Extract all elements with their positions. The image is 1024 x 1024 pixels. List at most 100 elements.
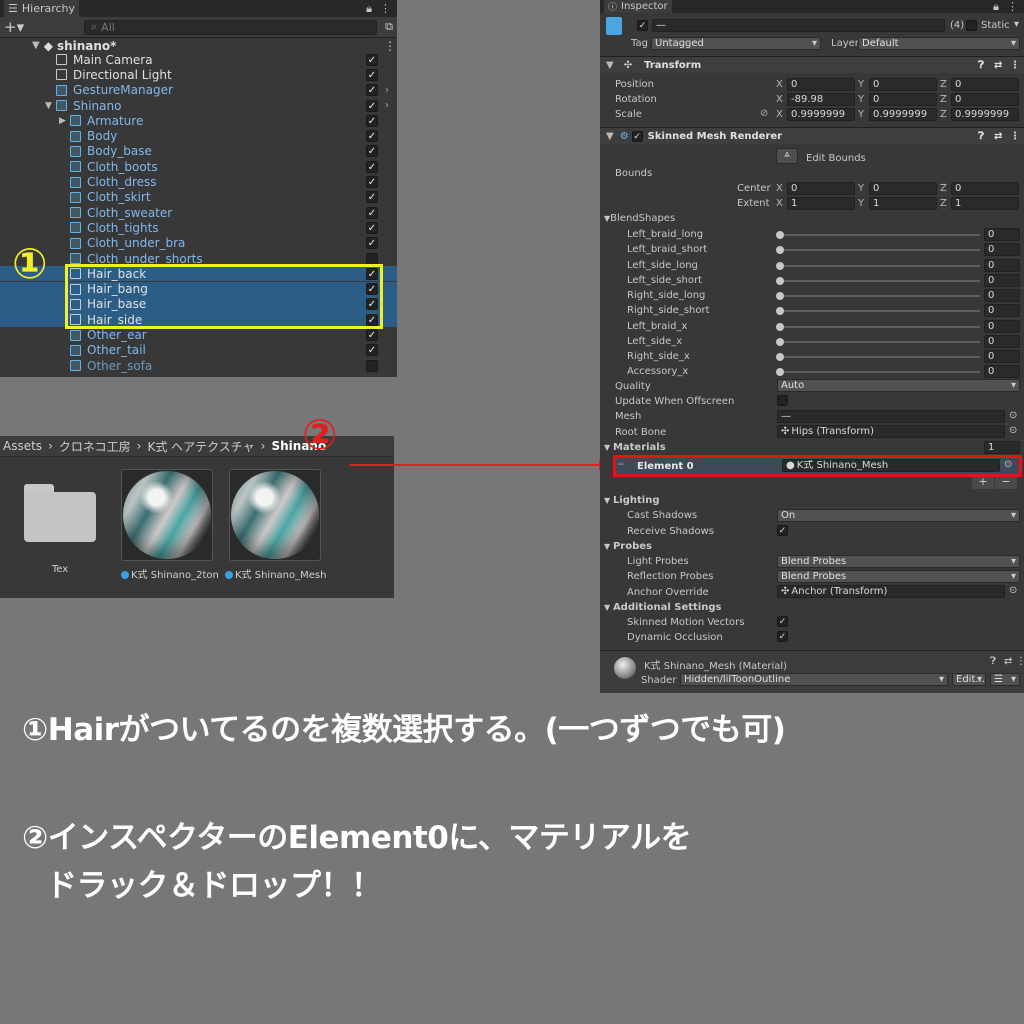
static-toggle[interactable] — [966, 20, 977, 31]
blendshape-slider[interactable] — [780, 310, 980, 313]
slider-knob[interactable] — [776, 337, 784, 346]
blendshape-slider[interactable] — [780, 325, 980, 328]
extent-z-field[interactable]: 1 — [951, 197, 1019, 210]
center-z-field[interactable]: 0 — [951, 182, 1019, 195]
shader-edit-button[interactable]: Edit... — [952, 673, 986, 686]
object-picker-icon[interactable]: ⊙ — [1009, 585, 1017, 596]
breadcrumb-kuroneko[interactable]: クロネコ工房 — [59, 438, 131, 455]
visibility-toggle[interactable] — [366, 359, 378, 372]
scene-menu-icon[interactable]: ⋮ — [384, 39, 396, 53]
component-menu-icon[interactable]: ⋮ — [1010, 131, 1020, 142]
blendshape-value-field[interactable]: 0 — [984, 365, 1020, 379]
visibility-toggle[interactable]: ✓ — [366, 191, 378, 204]
rotation-y-field[interactable]: 0 — [869, 93, 937, 106]
help-icon[interactable]: ❓︎ — [990, 656, 996, 667]
visibility-toggle[interactable]: ✓ — [366, 114, 378, 127]
breadcrumb-hair-texture[interactable]: K式 ヘアテクスチャ — [147, 438, 254, 455]
slider-knob[interactable] — [776, 322, 784, 331]
blendshape-slider[interactable] — [780, 279, 980, 282]
more-menu-icon[interactable]: ⋮ — [380, 2, 391, 16]
shader-options-dropdown[interactable]: ☰ — [990, 673, 1020, 686]
blendshape-slider[interactable] — [780, 264, 980, 267]
slider-knob[interactable] — [776, 368, 784, 377]
collapse-arrow-icon[interactable]: ▼ — [606, 131, 614, 142]
center-y-field[interactable]: 0 — [869, 182, 937, 195]
slider-knob[interactable] — [776, 231, 784, 239]
blendshape-slider[interactable] — [780, 371, 980, 374]
visibility-toggle[interactable]: ✓ — [366, 329, 378, 342]
help-icon[interactable]: ❓︎ — [978, 60, 984, 71]
layer-dropdown[interactable]: Default — [858, 37, 1020, 50]
root-bone-field[interactable]: ✣ Hips (Transform) — [777, 425, 1005, 438]
asset-material-mesh[interactable]: K式 Shinano_Mesh — [225, 469, 329, 581]
transform-header[interactable]: ▼ ✣ Transform ❓︎ ⇄ ⋮ — [600, 56, 1024, 73]
chevron-right-icon[interactable]: › — [385, 85, 389, 96]
add-material-button[interactable]: + — [972, 476, 994, 489]
hierarchy-row[interactable]: Body ✓ — [0, 129, 397, 144]
preset-icon[interactable]: ⇄ — [994, 131, 1002, 142]
blendshape-value-field[interactable]: 0 — [984, 304, 1020, 318]
scene-visibility-icon[interactable]: ⧉ — [385, 20, 393, 34]
hierarchy-tab[interactable]: ☰ Hierarchy — [4, 0, 80, 17]
hierarchy-row[interactable]: Cloth_skirt ✓ — [0, 190, 397, 205]
blendshape-slider[interactable] — [780, 356, 980, 358]
object-picker-icon[interactable]: ⊙ — [1009, 410, 1017, 421]
light-probes-dropdown[interactable]: Blend Probes — [777, 555, 1020, 568]
slider-knob[interactable] — [776, 246, 784, 255]
rotation-z-field[interactable]: 0 — [951, 93, 1019, 106]
blendshapes-label[interactable]: ▼BlendShapes — [604, 213, 675, 224]
edit-bounds-button[interactable]: ⩓ — [776, 148, 798, 164]
component-menu-icon[interactable]: ⋮ — [1016, 656, 1024, 667]
rotation-x-field[interactable]: -89.98 — [787, 93, 855, 106]
asset-folder-tex[interactable]: Tex — [24, 484, 96, 575]
tag-dropdown[interactable]: Untagged — [651, 37, 821, 50]
more-menu-icon[interactable]: ⋮ — [1007, 0, 1018, 14]
scale-lock-icon[interactable]: ⊘ — [760, 108, 768, 119]
dynamic-occlusion-toggle[interactable]: ✓ — [777, 631, 788, 642]
slider-knob[interactable] — [776, 353, 784, 361]
blendshape-value-field[interactable]: 0 — [984, 258, 1020, 272]
hierarchy-row[interactable]: ▼ Shinano ✓ › — [0, 98, 397, 113]
position-y-field[interactable]: 0 — [869, 78, 937, 91]
anchor-override-field[interactable]: ✣ Anchor (Transform) — [777, 585, 1005, 598]
extent-x-field[interactable]: 1 — [787, 197, 855, 210]
blendshape-value-field[interactable]: 0 — [984, 334, 1020, 348]
receive-shadows-toggle[interactable]: ✓ — [777, 525, 788, 536]
hierarchy-row[interactable]: Body_base ✓ — [0, 144, 397, 159]
visibility-toggle[interactable] — [366, 252, 378, 265]
slider-knob[interactable] — [776, 261, 784, 270]
asset-material-2ton[interactable]: K式 Shinano_2ton — [121, 469, 221, 581]
expand-arrow-icon[interactable]: ▼ — [32, 40, 40, 51]
motion-vectors-toggle[interactable]: ✓ — [777, 616, 788, 627]
preset-icon[interactable]: ⇄ — [994, 60, 1002, 71]
visibility-toggle[interactable]: ✓ — [366, 206, 378, 219]
lock-icon[interactable]: 🔒︎ — [366, 2, 372, 16]
lock-icon[interactable]: 🔒︎ — [993, 0, 999, 14]
hierarchy-row[interactable]: Cloth_dress ✓ — [0, 174, 397, 189]
blendshape-slider[interactable] — [780, 295, 980, 297]
active-toggle[interactable]: ✓ — [637, 20, 648, 31]
lighting-section[interactable]: ▼ Lighting — [604, 495, 660, 506]
object-picker-icon[interactable]: ⊙ — [1009, 425, 1017, 436]
visibility-toggle[interactable]: ✓ — [366, 160, 378, 173]
visibility-toggle[interactable]: ✓ — [366, 176, 378, 189]
hierarchy-row[interactable]: Cloth_boots ✓ — [0, 159, 397, 174]
scale-z-field[interactable]: 0.9999999 — [951, 108, 1019, 121]
blendshape-value-field[interactable]: 0 — [984, 289, 1020, 302]
visibility-toggle[interactable]: ✓ — [366, 344, 378, 357]
visibility-toggle[interactable]: ✓ — [366, 237, 378, 250]
quality-dropdown[interactable]: Auto — [777, 379, 1020, 392]
visibility-toggle[interactable]: ✓ — [366, 130, 378, 143]
collapse-arrow-icon[interactable]: ▼ — [606, 60, 614, 71]
center-x-field[interactable]: 0 — [787, 182, 855, 195]
blendshape-value-field[interactable]: 0 — [984, 350, 1020, 363]
slider-knob[interactable] — [776, 276, 784, 285]
inspector-tab[interactable]: ⓘ Inspector — [604, 0, 672, 13]
scale-y-field[interactable]: 0.9999999 — [869, 108, 937, 121]
visibility-toggle[interactable]: ✓ — [366, 99, 378, 112]
blendshape-value-field[interactable]: 0 — [984, 243, 1020, 257]
shader-dropdown[interactable]: Hidden/lilToonOutline — [680, 673, 948, 686]
scene-row[interactable]: ▼ ◆ shinano* ⋮ — [0, 38, 397, 53]
hierarchy-row[interactable]: ▶ Armature ✓ — [0, 113, 397, 128]
blendshape-value-field[interactable]: 0 — [984, 228, 1020, 241]
